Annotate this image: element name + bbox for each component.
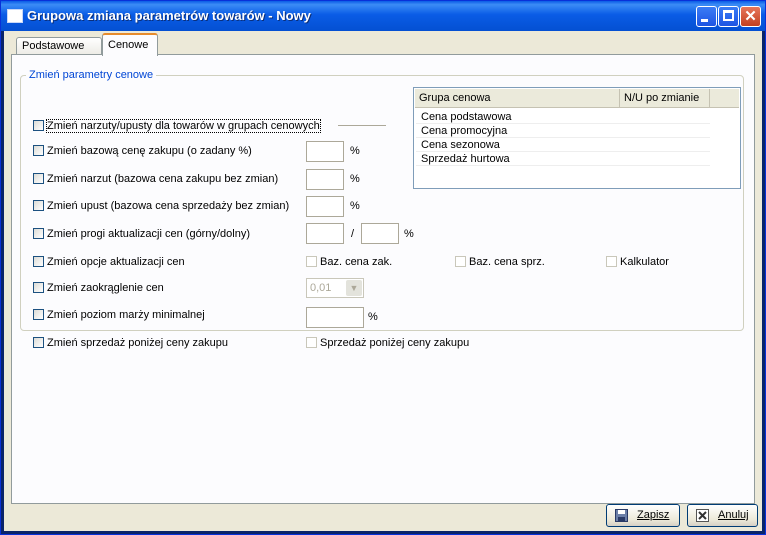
minimize-icon [701,19,708,22]
option-progi[interactable]: Zmień progi aktualizacji cen (górny/doln… [33,227,250,241]
checkbox-progi[interactable] [33,228,44,239]
maximize-icon [723,10,734,21]
checkbox-baz-cena-sprz[interactable] [455,256,466,267]
suboption-kalkulator[interactable]: Kalkulator [606,255,669,269]
label-cena-zakupu: Zmień bazową cenę zakupu (o zadany %) [47,145,252,157]
checkbox-kalkulator[interactable] [606,256,617,267]
option-cena-zakupu[interactable]: Zmień bazową cenę zakupu (o zadany %) [33,144,252,158]
group-legend: Zmień parametry cenowe [26,69,157,81]
option-marza[interactable]: Zmień poziom marży minimalnej [33,308,205,322]
suboption-sprzedaz-ponizej[interactable]: Sprzedaż poniżej ceny zakupu [306,336,469,350]
label-opcje-aktualizacji: Zmień opcje aktualizacji cen [47,256,185,268]
percent-label: % [350,173,360,185]
checkbox-zaokraglenie[interactable] [33,282,44,293]
percent-label: % [350,145,360,157]
label-sprzedaz-ponizej: Zmień sprzedaż poniżej ceny zakupu [47,337,228,349]
marza-input[interactable] [306,307,364,328]
label-sub-sprzedaz-ponizej: Sprzedaż poniżej ceny zakupu [320,337,470,349]
narzut-input[interactable] [306,169,344,190]
label-progi: Zmień progi aktualizacji cen (górny/doln… [47,228,250,240]
label-marza: Zmień poziom marży minimalnej [47,309,205,321]
checkbox-upust[interactable] [33,200,44,211]
checkbox-marza[interactable] [33,309,44,320]
option-sprzedaz-ponizej[interactable]: Zmień sprzedaż poniżej ceny zakupu [33,336,228,350]
column-header-grupa[interactable]: Grupa cenowa [415,89,620,107]
save-button[interactable]: Zapisz [606,504,680,527]
grid-row[interactable]: Sprzedaż hurtowa [416,152,710,166]
checkbox-sub-sprzedaz-ponizej[interactable] [306,337,317,348]
dialog-client: Podstawowe Cenowe Zmień parametry cenowe… [4,31,762,531]
tab-page-cenowe: Zmień parametry cenowe Zmień narzuty/upu… [11,54,755,504]
window-title: Grupowa zmiana parametrów towarów - Nowy [27,8,311,23]
percent-label: % [368,311,378,323]
label-baz-cena-sprz: Baz. cena sprz. [469,256,545,268]
label-upust: Zmień upust (bazowa cena sprzedaży bez z… [47,200,290,212]
checkbox-sprzedaz-ponizej[interactable] [33,337,44,348]
cena-zakupu-input[interactable] [306,141,344,162]
option-zaokraglenie[interactable]: Zmień zaokrąglenie cen [33,281,164,295]
option-narzuty-grupy[interactable]: Zmień narzuty/upusty dla towarów w grupa… [33,119,321,133]
option-opcje-aktualizacji[interactable]: Zmień opcje aktualizacji cen [33,255,185,269]
title-bar[interactable]: Grupowa zmiana parametrów towarów - Nowy… [1,1,765,31]
window-icon [7,9,23,23]
cancel-x-icon [696,509,709,522]
checkbox-opcje-aktualizacji[interactable] [33,256,44,267]
checkbox-baz-cena-zak[interactable] [306,256,317,267]
checkbox-narzuty-grupy[interactable] [33,120,44,131]
dialog-window: Grupowa zmiana parametrów towarów - Nowy… [0,0,766,535]
column-header-nu[interactable]: N/U po zmianie [620,89,710,107]
grid-row[interactable]: Cena sezonowa [416,138,710,152]
checkbox-cena-zakupu[interactable] [33,145,44,156]
upust-input[interactable] [306,196,344,217]
cancel-label: Anuluj [718,509,749,521]
tab-cenowe[interactable]: Cenowe [102,33,158,56]
prog-dolny-input[interactable] [361,223,399,244]
grid-header: Grupa cenowa N/U po zmianie [415,89,739,108]
maximize-button[interactable] [718,6,739,27]
close-button[interactable]: ✕ [740,6,761,27]
price-group-grid[interactable]: Grupa cenowa N/U po zmianie Cena podstaw… [413,87,741,189]
label-baz-cena-zak: Baz. cena zak. [320,256,393,268]
percent-label: % [350,200,360,212]
floppy-disk-icon [615,509,628,522]
label-kalkulator: Kalkulator [620,256,669,268]
cancel-button[interactable]: Anuluj [687,504,758,527]
grid-row[interactable]: Cena podstawowa [416,110,710,124]
percent-label: % [404,228,414,240]
checkbox-narzut[interactable] [33,173,44,184]
suboption-baz-cena-zak[interactable]: Baz. cena zak. [306,255,392,269]
suboption-baz-cena-sprz[interactable]: Baz. cena sprz. [455,255,545,269]
minimize-button[interactable] [696,6,717,27]
label-narzuty-grupy: Zmień narzuty/upusty dla towarów w grupa… [46,119,321,133]
save-label: Zapisz [637,509,670,521]
rounding-value: 0,01 [310,282,332,294]
tab-podstawowe[interactable]: Podstawowe [16,37,102,55]
close-icon: ✕ [744,8,757,25]
grid-row[interactable]: Cena promocyjna [416,124,710,138]
chevron-down-icon[interactable]: ▼ [346,280,362,296]
rounding-select[interactable]: 0,01 ▼ [306,278,364,298]
separator-line [338,125,386,126]
slash-label: / [351,228,355,240]
label-zaokraglenie: Zmień zaokrąglenie cen [47,282,164,294]
prog-gorny-input[interactable] [306,223,344,244]
label-narzut: Zmień narzut (bazowa cena zakupu bez zmi… [47,173,279,185]
option-narzut[interactable]: Zmień narzut (bazowa cena zakupu bez zmi… [33,172,278,186]
option-upust[interactable]: Zmień upust (bazowa cena sprzedaży bez z… [33,199,289,213]
